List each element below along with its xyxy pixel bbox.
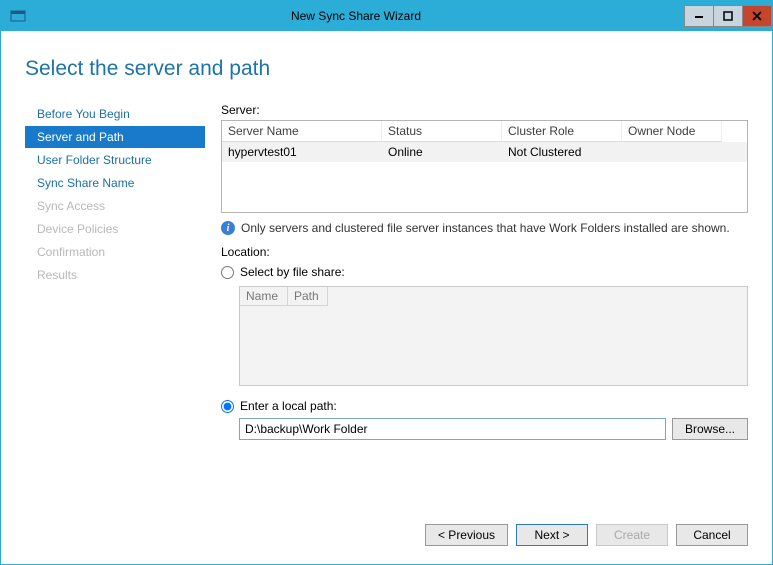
app-icon (9, 7, 27, 25)
cell-server-name: hypervtest01 (222, 142, 382, 162)
server-row[interactable]: hypervtest01 Online Not Clustered (222, 142, 747, 162)
radio-select-by-share[interactable]: Select by file share: (221, 265, 748, 279)
col-status[interactable]: Status (382, 121, 502, 142)
window-title: New Sync Share Wizard (27, 9, 685, 23)
minimize-button[interactable] (684, 5, 714, 27)
browse-button[interactable]: Browse... (672, 418, 748, 440)
server-grid[interactable]: Server Name Status Cluster Role Owner No… (221, 120, 748, 213)
nav-sync-access: Sync Access (25, 195, 205, 217)
nav-results: Results (25, 264, 205, 286)
nav-user-folder-structure[interactable]: User Folder Structure (25, 149, 205, 171)
col-owner-node[interactable]: Owner Node (622, 121, 722, 142)
maximize-button[interactable] (713, 5, 743, 27)
nav-before-you-begin[interactable]: Before You Begin (25, 103, 205, 125)
radio-share-input[interactable] (221, 266, 234, 279)
wizard-footer: < Previous Next > Create Cancel (25, 510, 748, 552)
col-share-name: Name (240, 287, 288, 306)
title-bar: New Sync Share Wizard (1, 1, 772, 31)
radio-share-label: Select by file share: (240, 265, 345, 279)
nav-sync-share-name[interactable]: Sync Share Name (25, 172, 205, 194)
cell-cluster-role: Not Clustered (502, 142, 622, 162)
radio-enter-local-path[interactable]: Enter a local path: (221, 399, 748, 413)
col-server-name[interactable]: Server Name (222, 121, 382, 142)
col-cluster-role[interactable]: Cluster Role (502, 121, 622, 142)
close-button[interactable] (742, 5, 772, 27)
local-path-input[interactable] (239, 418, 666, 440)
cancel-button[interactable]: Cancel (676, 524, 748, 546)
previous-button[interactable]: < Previous (425, 524, 508, 546)
page-title: Select the server and path (25, 57, 748, 81)
col-share-path: Path (288, 287, 328, 306)
next-button[interactable]: Next > (516, 524, 588, 546)
location-label: Location: (221, 245, 748, 259)
create-button: Create (596, 524, 668, 546)
cell-owner-node (622, 142, 722, 162)
server-label: Server: (221, 103, 748, 117)
info-text: Only servers and clustered file server i… (241, 221, 730, 235)
share-grid: Name Path (239, 286, 748, 386)
radio-local-input[interactable] (221, 400, 234, 413)
cell-status: Online (382, 142, 502, 162)
wizard-nav: Before You Begin Server and Path User Fo… (25, 103, 205, 510)
radio-local-label: Enter a local path: (240, 399, 337, 413)
nav-device-policies: Device Policies (25, 218, 205, 240)
nav-server-and-path[interactable]: Server and Path (25, 126, 205, 148)
info-icon: i (221, 221, 235, 235)
nav-confirmation: Confirmation (25, 241, 205, 263)
